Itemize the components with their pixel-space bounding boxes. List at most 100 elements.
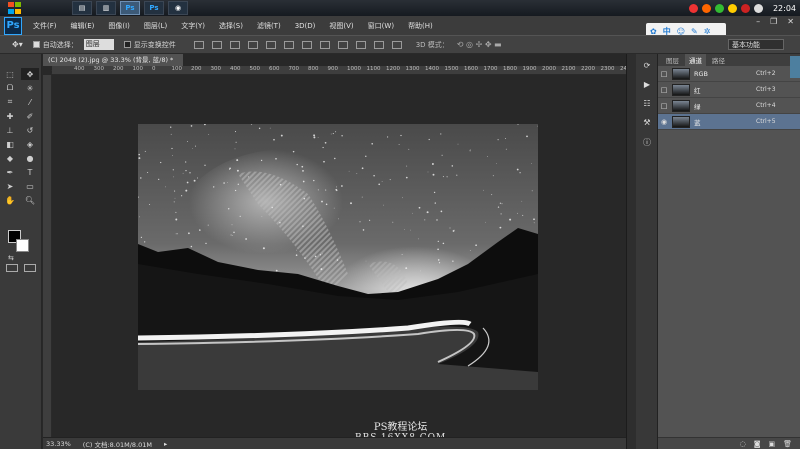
- show-transform-checkbox[interactable]: [123, 41, 131, 48]
- taskbar-notes[interactable]: ▥: [96, 1, 116, 15]
- vertical-scrollbar[interactable]: [626, 54, 636, 449]
- menu-image[interactable]: 图像(I): [101, 21, 137, 31]
- delete-channel-icon[interactable]: 🗑︎: [783, 440, 792, 448]
- tray-icon[interactable]: [753, 3, 763, 13]
- visibility-toggle[interactable]: □: [658, 102, 670, 110]
- channel-row-rgb[interactable]: □ RGB Ctrl+2: [658, 66, 800, 82]
- visibility-toggle[interactable]: □: [658, 70, 670, 78]
- distribute-top-icon[interactable]: [301, 40, 312, 49]
- blur-tool-icon[interactable]: ◆: [1, 152, 19, 164]
- channel-row-green[interactable]: □ 绿 Ctrl+4: [658, 98, 800, 114]
- start-button[interactable]: [8, 2, 22, 14]
- brush-tool-icon[interactable]: ✐: [21, 110, 39, 122]
- history-brush-tool-icon[interactable]: ↺: [21, 124, 39, 136]
- swap-colors-icon[interactable]: ⇆: [8, 254, 14, 262]
- healing-brush-tool-icon[interactable]: ✚: [1, 110, 19, 122]
- taskbar-chrome[interactable]: ◉: [168, 1, 188, 15]
- tray-icon[interactable]: [740, 3, 750, 13]
- horizontal-ruler[interactable]: 400 300 200 100 0 100 200 300 400 500 600 700 800 900…: [52, 66, 626, 75]
- status-arrow-icon[interactable]: ▸: [164, 440, 167, 448]
- menu-edit[interactable]: 编辑(E): [64, 21, 102, 31]
- crop-tool-icon[interactable]: ⌗: [1, 96, 19, 108]
- new-channel-icon[interactable]: ▣: [768, 440, 775, 448]
- zoom-tool-icon[interactable]: 🔍︎: [21, 194, 39, 206]
- star: [334, 157, 336, 160]
- align-left-icon[interactable]: [247, 40, 258, 49]
- taskbar-photoshop[interactable]: Ps: [120, 1, 140, 15]
- tab-channels[interactable]: 通道: [685, 54, 706, 66]
- quick-mask-icon[interactable]: [6, 264, 18, 272]
- restore-icon[interactable]: ❐: [770, 17, 777, 26]
- align-center-icon[interactable]: [265, 40, 276, 49]
- document-info[interactable]: (C) 文档:8.01M/8.01M: [83, 439, 152, 449]
- tab-paths[interactable]: 路径: [708, 54, 729, 66]
- stamp-tool-icon[interactable]: ⊥: [1, 124, 19, 136]
- document-tab[interactable]: (C) 2048 (2).jpg @ 33.3% (背景, 蓝/8) * ×: [43, 54, 183, 76]
- tray-icon[interactable]: [727, 3, 737, 13]
- taskbar-photoshop-2[interactable]: Ps: [144, 1, 164, 15]
- path-select-tool-icon[interactable]: ➤: [1, 180, 19, 192]
- document-image[interactable]: [138, 124, 538, 390]
- distribute-center-icon[interactable]: [373, 40, 384, 49]
- auto-select-checkbox[interactable]: [32, 41, 40, 48]
- close-icon[interactable]: ✕: [787, 17, 794, 26]
- auto-select-dropdown[interactable]: 图层: [83, 39, 114, 50]
- lasso-tool-icon[interactable]: ᗝ: [1, 82, 19, 94]
- distribute-middle-icon[interactable]: [319, 40, 330, 49]
- distribute-right-icon[interactable]: [391, 40, 402, 49]
- marquee-tool-icon[interactable]: ⬚: [1, 68, 19, 80]
- align-bottom-icon[interactable]: [229, 40, 240, 49]
- move-tool-icon[interactable]: ✥: [21, 68, 39, 80]
- workspace-switcher[interactable]: 基本功能: [728, 39, 784, 50]
- menu-3d[interactable]: 3D(D): [288, 22, 323, 30]
- 3d-mode-icons[interactable]: ⟲ ◎ ✢ ✥ ▬: [457, 40, 502, 49]
- magic-wand-tool-icon[interactable]: ✳: [21, 82, 39, 94]
- menu-select[interactable]: 选择(S): [212, 21, 250, 31]
- tool-presets-panel-icon[interactable]: ⚒: [640, 118, 654, 130]
- paint-bucket-tool-icon[interactable]: ◈: [21, 138, 39, 150]
- ruler-tick-label: 100: [132, 66, 144, 72]
- align-middle-icon[interactable]: [211, 40, 222, 49]
- vertical-ruler[interactable]: [43, 75, 52, 437]
- eraser-tool-icon[interactable]: ◧: [1, 138, 19, 150]
- background-color-swatch[interactable]: [16, 239, 29, 252]
- load-selection-icon[interactable]: ◌: [740, 440, 746, 448]
- menu-help[interactable]: 帮助(H): [401, 21, 440, 31]
- tray-icon[interactable]: [701, 3, 711, 13]
- properties-panel-icon[interactable]: ☷: [640, 99, 654, 111]
- align-top-icon[interactable]: [193, 40, 204, 49]
- move-tool-preset-icon[interactable]: ✥▾: [12, 40, 23, 49]
- menu-view[interactable]: 视图(V): [322, 21, 360, 31]
- side-panel-tab[interactable]: [790, 56, 800, 78]
- minimize-icon[interactable]: –: [756, 17, 760, 26]
- hand-tool-icon[interactable]: ✋: [1, 194, 19, 206]
- visibility-toggle[interactable]: □: [658, 86, 670, 94]
- menu-layer[interactable]: 图层(L): [137, 21, 174, 31]
- align-right-icon[interactable]: [283, 40, 294, 49]
- distribute-bottom-icon[interactable]: [337, 40, 348, 49]
- shape-tool-icon[interactable]: ▭: [21, 180, 39, 192]
- distribute-left-icon[interactable]: [355, 40, 366, 49]
- taskbar-file-manager[interactable]: ▤: [72, 1, 92, 15]
- channel-row-blue[interactable]: ◉ 蓝 Ctrl+5: [658, 114, 800, 130]
- screen-mode-icon[interactable]: [24, 264, 36, 272]
- menu-window[interactable]: 窗口(W): [361, 21, 401, 31]
- dodge-tool-icon[interactable]: ●: [21, 152, 39, 164]
- eyedropper-tool-icon[interactable]: ⁄: [21, 96, 39, 108]
- menu-file[interactable]: 文件(F): [26, 21, 64, 31]
- pen-tool-icon[interactable]: ✒: [1, 166, 19, 178]
- info-panel-icon[interactable]: ⓘ: [640, 137, 654, 149]
- channel-row-red[interactable]: □ 红 Ctrl+3: [658, 82, 800, 98]
- zoom-level[interactable]: 33.33%: [46, 440, 71, 448]
- type-tool-icon[interactable]: T: [21, 166, 39, 178]
- history-panel-icon[interactable]: ⟳: [640, 61, 654, 73]
- save-selection-icon[interactable]: ◙: [754, 440, 761, 448]
- actions-panel-icon[interactable]: ▶: [640, 80, 654, 92]
- clock[interactable]: 22:04: [773, 4, 796, 13]
- tray-icon[interactable]: [688, 3, 698, 13]
- menu-filter[interactable]: 滤镜(T): [250, 21, 288, 31]
- eye-icon[interactable]: ◉: [658, 118, 670, 126]
- menu-type[interactable]: 文字(Y): [174, 21, 212, 31]
- tab-layers[interactable]: 图层: [662, 54, 683, 66]
- tray-icon[interactable]: [714, 3, 724, 13]
